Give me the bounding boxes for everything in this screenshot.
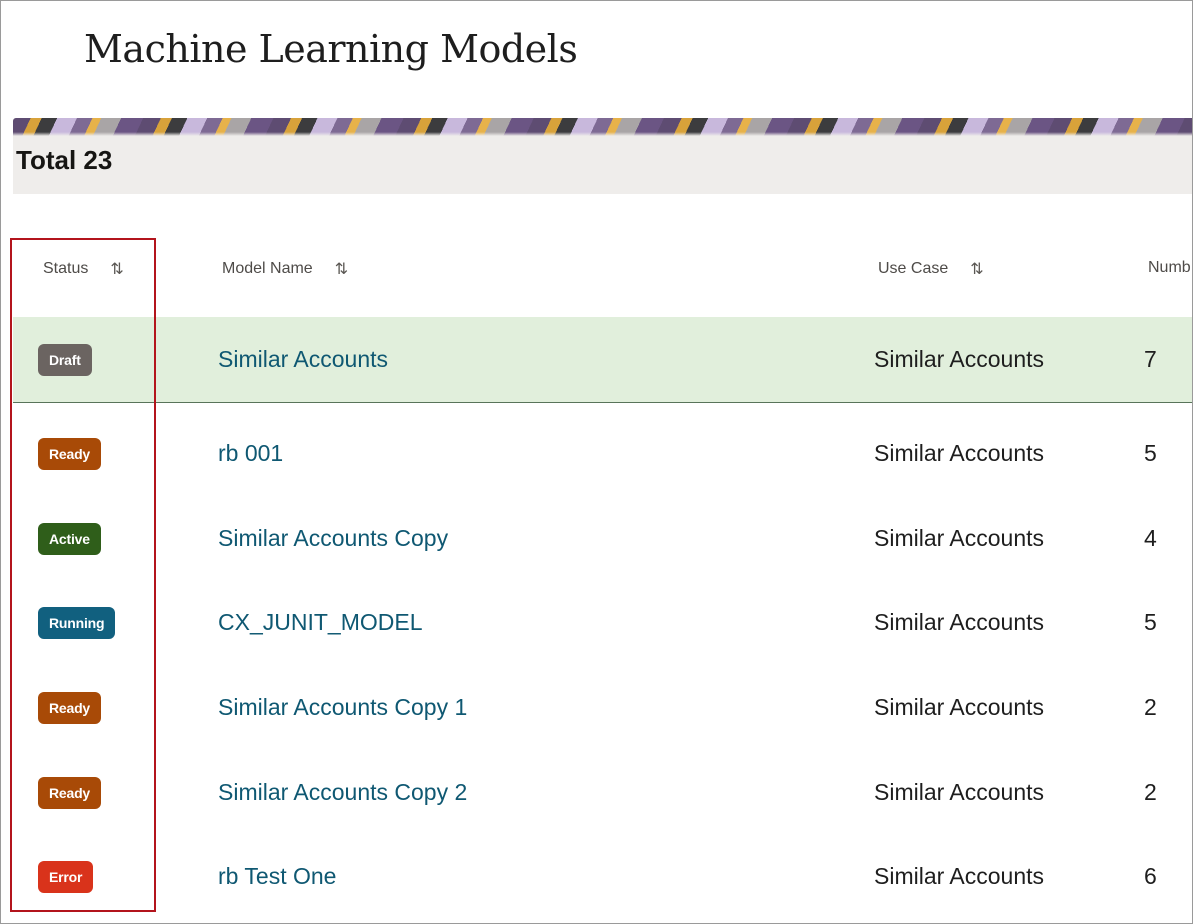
number-cell: 4 [1144, 525, 1157, 551]
status-badge: Error [38, 861, 94, 893]
column-header-label: Model Name [222, 260, 313, 277]
status-badge: Draft [38, 344, 92, 376]
banner-fade [13, 132, 1192, 136]
page-title: Machine Learning Models [84, 27, 578, 71]
table-row[interactable]: Error rb Test One Similar Accounts 6 [13, 826, 1192, 911]
use-case-cell: Similar Accounts [874, 440, 1045, 466]
number-cell: 2 [1144, 779, 1157, 805]
use-case-cell: Similar Accounts [874, 863, 1045, 889]
use-case-cell: Similar Accounts [874, 346, 1045, 372]
model-name-link[interactable]: Similar Accounts Copy 2 [218, 779, 467, 806]
status-badge: Ready [38, 777, 102, 809]
status-badge: Ready [38, 692, 102, 724]
model-name-link[interactable]: Similar Accounts Copy [218, 525, 448, 552]
column-header-label: Status [43, 260, 89, 277]
column-header-label: Numb [1148, 259, 1191, 276]
use-case-cell: Similar Accounts [874, 779, 1045, 805]
table-row[interactable]: Ready rb 001 Similar Accounts 5 [13, 403, 1192, 487]
table-row[interactable]: Active Similar Accounts Copy Similar Acc… [13, 487, 1192, 572]
table-row[interactable]: Ready Similar Accounts Copy 1 Similar Ac… [13, 657, 1192, 742]
table-row[interactable]: Draft Similar Accounts Similar Accounts … [13, 317, 1192, 403]
use-case-cell: Similar Accounts [874, 609, 1045, 635]
column-header-model-name[interactable]: Model Name ⇅ [222, 259, 348, 279]
number-cell: 5 [1144, 440, 1157, 466]
table-row[interactable]: Running CX_JUNIT_MODEL Similar Accounts … [13, 572, 1192, 657]
column-header-number[interactable]: Numb [1148, 259, 1191, 277]
number-cell: 2 [1144, 694, 1157, 720]
status-badge: Ready [38, 438, 102, 470]
sort-arrows-icon[interactable]: ⇅ [335, 259, 348, 279]
sort-arrows-icon[interactable]: ⇅ [110, 259, 123, 279]
sort-arrows-icon[interactable]: ⇅ [970, 259, 983, 279]
number-cell: 6 [1144, 863, 1157, 889]
column-header-label: Use Case [878, 260, 949, 277]
model-name-link[interactable]: rb Test One [218, 863, 336, 890]
page-frame: Machine Learning Models Total 23 Status … [0, 0, 1193, 924]
use-case-cell: Similar Accounts [874, 694, 1045, 720]
status-badge: Running [38, 607, 116, 639]
total-count: Total 23 [16, 145, 113, 175]
status-badge: Active [38, 523, 101, 555]
number-cell: 5 [1144, 609, 1157, 635]
model-name-link[interactable]: CX_JUNIT_MODEL [218, 609, 422, 636]
use-case-cell: Similar Accounts [874, 525, 1045, 551]
table-row[interactable]: Ready Similar Accounts Copy 2 Similar Ac… [13, 742, 1192, 826]
number-cell: 7 [1144, 346, 1157, 372]
model-name-link[interactable]: rb 001 [218, 440, 283, 467]
model-name-link[interactable]: Similar Accounts [218, 346, 388, 373]
column-header-use-case[interactable]: Use Case ⇅ [878, 259, 984, 279]
summary-banner: Total 23 [13, 118, 1192, 194]
column-header-status[interactable]: Status ⇅ [43, 259, 124, 279]
model-name-link[interactable]: Similar Accounts Copy 1 [218, 694, 467, 721]
